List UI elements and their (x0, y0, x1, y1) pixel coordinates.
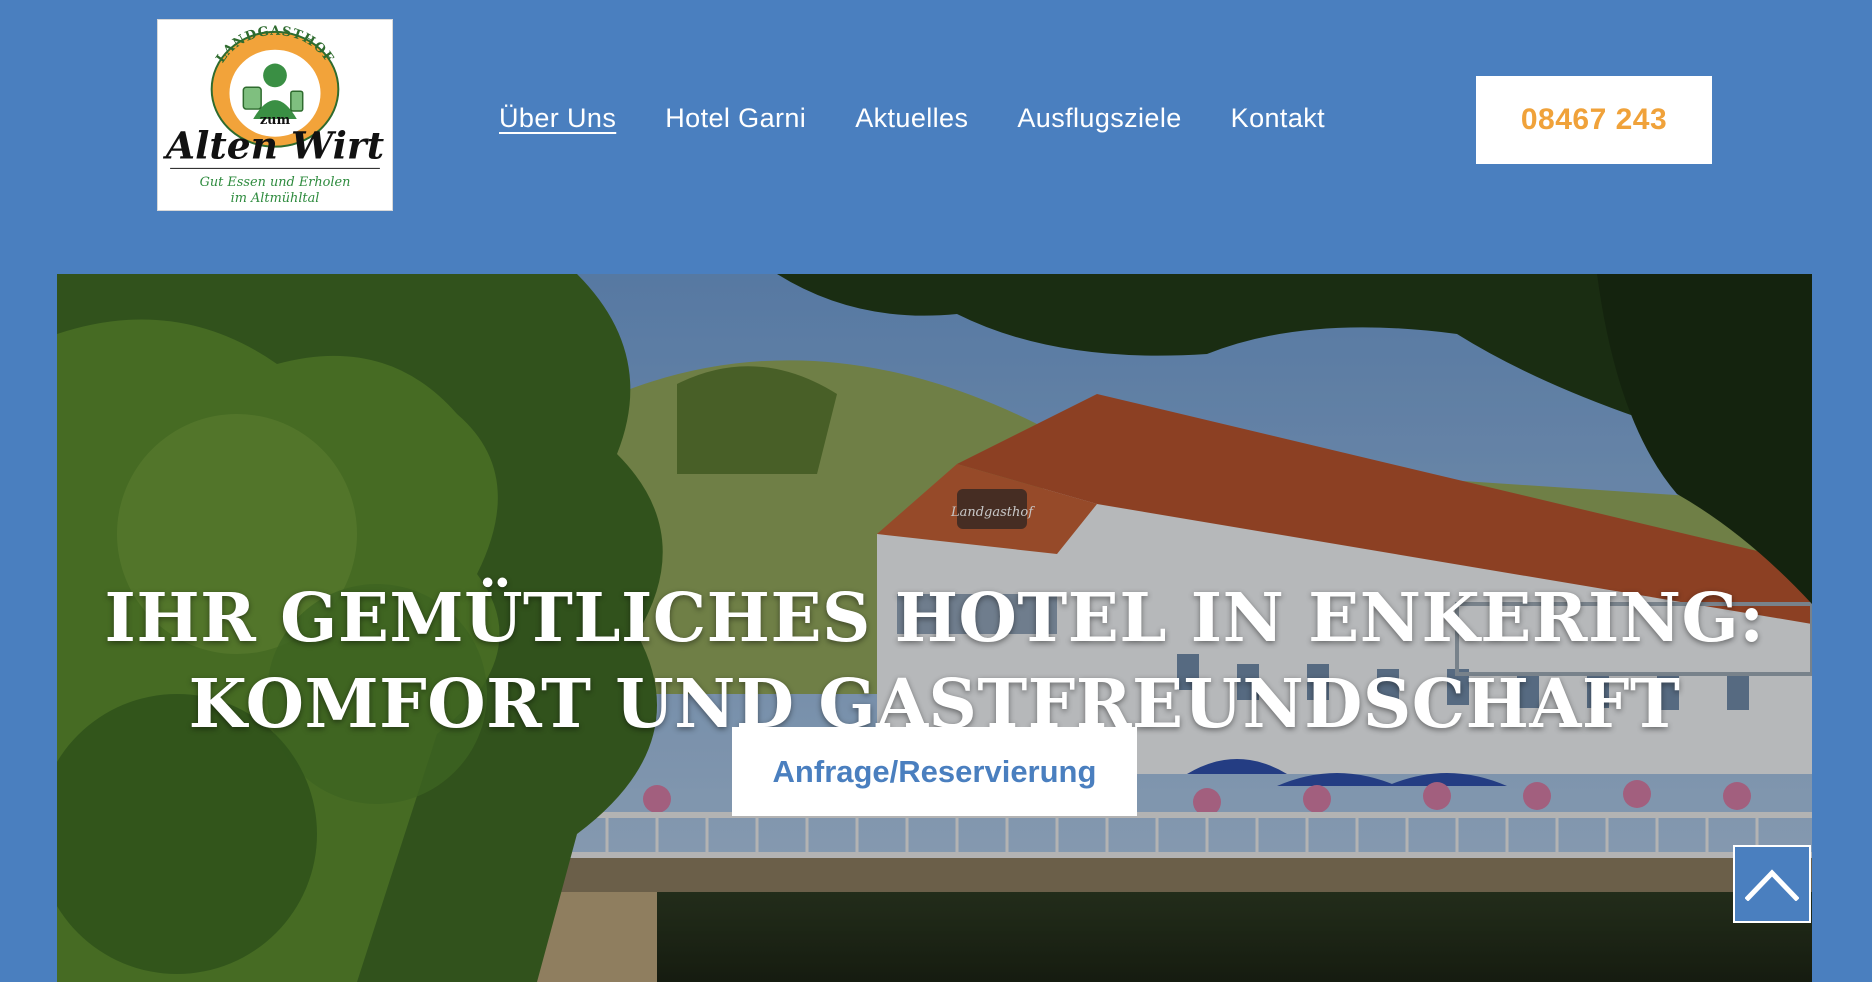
hero-title-line-1: IHR GEMÜTLICHES HOTEL IN ENKERING: (104, 577, 1765, 657)
nav-item-ueber-uns[interactable]: Über Uns (499, 103, 616, 134)
hero-title: IHR GEMÜTLICHES HOTEL IN ENKERING: KOMFO… (57, 575, 1812, 747)
scroll-to-top-button[interactable] (1733, 845, 1811, 923)
nav-item-aktuelles[interactable]: Aktuelles (855, 103, 968, 134)
hero-banner: Landgasthof IHR GEMÜTLICHES HOTEL IN ENK… (57, 274, 1812, 982)
chevron-up-icon (1745, 869, 1799, 901)
logo-graphic: LANDGASTHOF zum Alten Wirt Gut Essen und… (163, 24, 384, 206)
logo-name: Alten Wirt (163, 124, 384, 168)
phone-button[interactable]: 08467 243 (1476, 76, 1712, 164)
nav-item-hotel-garni[interactable]: Hotel Garni (665, 103, 806, 134)
logo-tagline-2: im Altmühltal (231, 191, 320, 206)
main-nav: Über Uns Hotel Garni Aktuelles Ausflugsz… (499, 98, 1325, 138)
nav-item-kontakt[interactable]: Kontakt (1231, 103, 1325, 134)
site-logo[interactable]: LANDGASTHOF zum Alten Wirt Gut Essen und… (157, 19, 393, 211)
nav-item-ausflugsziele[interactable]: Ausflugsziele (1017, 103, 1181, 134)
logo-tagline-1: Gut Essen und Erholen (200, 175, 351, 190)
reservation-button[interactable]: Anfrage/Reservierung (732, 727, 1137, 816)
